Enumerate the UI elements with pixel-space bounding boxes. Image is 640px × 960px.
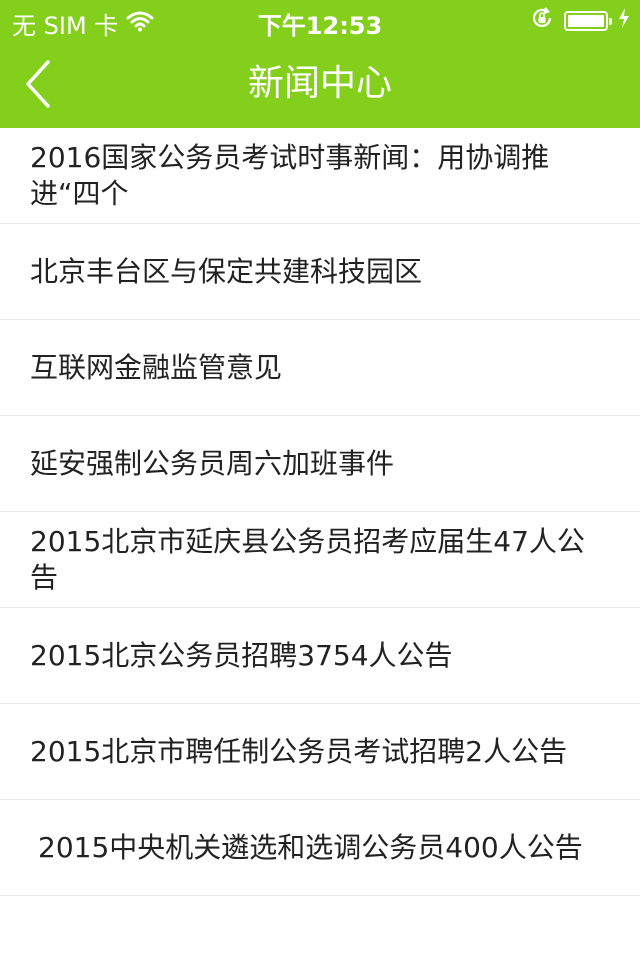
news-item-title: 2016国家公务员考试时事新闻：用协调推进“四个 [30,140,550,210]
news-item-title: 2015中央机关遴选和选调公务员400人公告 [38,830,583,864]
nav-bar: 新闻中心 [0,40,640,128]
battery-icon [564,11,612,31]
battery-tip [609,18,612,25]
header: 无 SIM 卡 下午12:53 新闻中心 [0,0,640,128]
news-item-title: 2015北京市延庆县公务员招考应届生47人公告 [30,524,585,594]
news-item[interactable]: 2015北京市聘任制公务员考试招聘2人公告 [0,704,640,800]
news-item-title: 互联网金融监管意见 [30,350,283,384]
news-list: 2016国家公务员考试时事新闻：用协调推进“四个 北京丰台区与保定共建科技园区 … [0,128,640,896]
rotation-lock-icon [530,6,554,36]
news-item-title: 2015北京公务员招聘3754人公告 [30,638,453,672]
page-title: 新闻中心 [247,63,392,104]
news-item-title: 2015北京市聘任制公务员考试招聘2人公告 [30,734,568,768]
news-item[interactable]: 2016国家公务员考试时事新闻：用协调推进“四个 [0,128,640,224]
charging-icon [618,7,630,35]
news-item-title: 北京丰台区与保定共建科技园区 [30,254,423,288]
news-item[interactable]: 2015中央机关遴选和选调公务员400人公告 [0,800,640,896]
news-item[interactable]: 2015北京市延庆县公务员招考应届生47人公告 [0,512,640,608]
news-item[interactable]: 互联网金融监管意见 [0,320,640,416]
news-item[interactable]: 延安强制公务员周六加班事件 [0,416,640,512]
screen: 无 SIM 卡 下午12:53 新闻中心 2016国家公务员考试时事新闻：用协调… [0,0,640,960]
status-right [530,6,630,36]
status-bar: 无 SIM 卡 下午12:53 [0,0,640,40]
battery-fill [568,15,604,27]
news-item[interactable]: 2015北京公务员招聘3754人公告 [0,608,640,704]
news-item-title: 延安强制公务员周六加班事件 [30,446,395,480]
news-item[interactable]: 北京丰台区与保定共建科技园区 [0,224,640,320]
